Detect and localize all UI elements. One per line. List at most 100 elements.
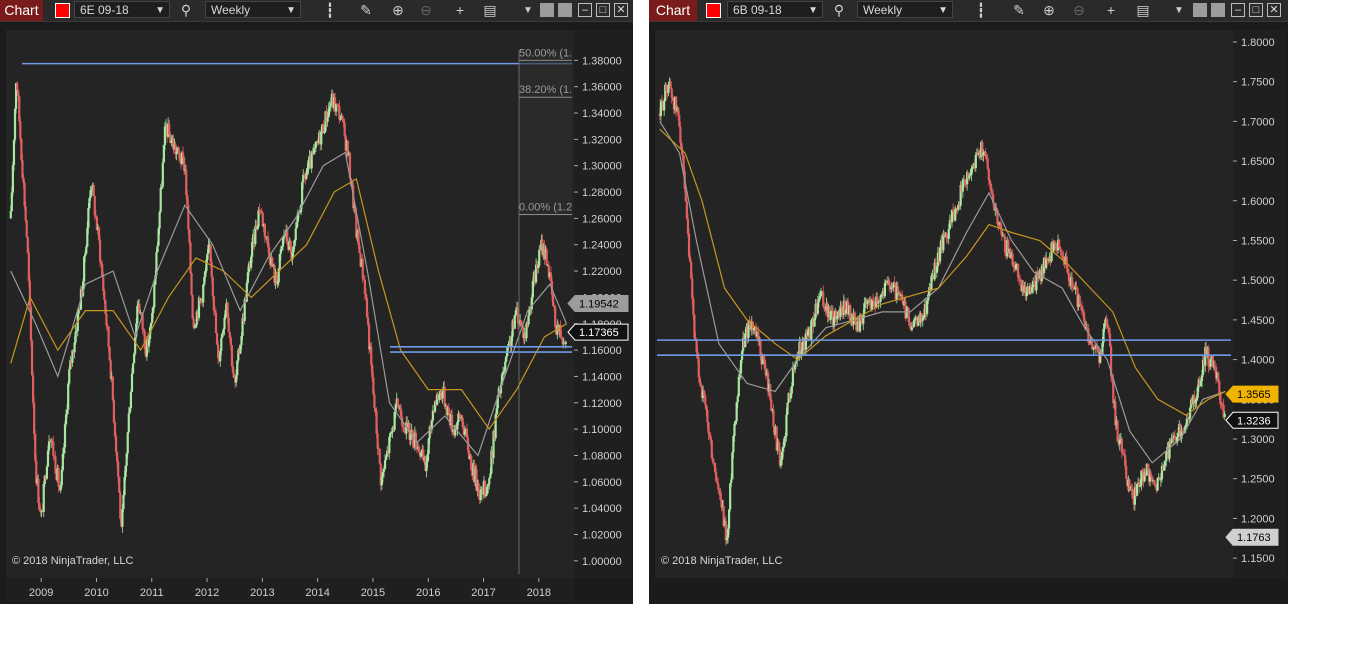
- close-icon[interactable]: ✕: [1267, 3, 1281, 17]
- x-tick-label: 2015: [361, 587, 385, 599]
- zoom-out-icon[interactable]: ⊖: [416, 0, 436, 21]
- candle-body: [19, 121, 22, 139]
- price-chart-6b[interactable]: 1.8000 1.7500 1.7000 1.6500 1.6000 1.5500 1.50…: [649, 22, 1288, 604]
- data-box-icon[interactable]: ▤: [1133, 0, 1153, 21]
- chart-toolbar: Chart 6E 09-18 ▼ ⚲ Weekly ▼ ┇ ✎ ⊕ ⊖ + ▤ …: [0, 0, 633, 22]
- candle-body: [968, 175, 971, 179]
- x-tick-label: 2013: [250, 587, 274, 599]
- fib-zone: [519, 50, 572, 217]
- bar-style-icon[interactable]: ┇: [320, 0, 340, 21]
- link-color-swatch[interactable]: [706, 3, 721, 18]
- candle-body: [801, 342, 804, 352]
- candle-body: [47, 441, 51, 451]
- y-tick-label: 1.3000: [1241, 434, 1275, 446]
- zoom-in-icon[interactable]: ⊕: [1039, 0, 1059, 21]
- candle-body: [704, 395, 707, 405]
- candle-body: [74, 331, 77, 343]
- candle-body: [692, 298, 695, 315]
- y-tick-label: 1.7500: [1241, 77, 1275, 89]
- candle-body: [1223, 413, 1226, 417]
- y-tick-label: 1.4000: [1241, 355, 1275, 367]
- draw-pen-icon[interactable]: ✎: [1009, 0, 1029, 21]
- candle-body: [947, 229, 950, 239]
- candle-body: [42, 484, 45, 512]
- candle-body: [974, 154, 977, 169]
- candle-body: [564, 342, 567, 344]
- tile-icon[interactable]: [1211, 3, 1225, 17]
- candle-body: [326, 117, 329, 122]
- y-tick-label: 1.7000: [1241, 116, 1275, 128]
- y-tick-label: 1.10000: [582, 424, 622, 436]
- chart-menu-button[interactable]: Chart: [649, 0, 697, 21]
- candle-body: [111, 376, 114, 400]
- candle-body: [52, 441, 55, 456]
- crosshair-icon[interactable]: +: [450, 0, 470, 21]
- x-tick-label: 2016: [416, 587, 440, 599]
- maximize-icon[interactable]: □: [1249, 3, 1263, 17]
- x-tick-label: 2014: [305, 587, 329, 599]
- candle-body: [737, 376, 740, 397]
- close-icon[interactable]: ✕: [614, 3, 628, 17]
- copyright-text: © 2018 NinjaTrader, LLC: [661, 555, 782, 567]
- interval-selector[interactable]: Weekly ▼: [857, 1, 953, 18]
- interval-selector[interactable]: Weekly ▼: [205, 1, 301, 18]
- fib-level-label: 50.00% (1.: [519, 47, 572, 59]
- link-color-swatch[interactable]: [55, 3, 70, 18]
- candle-body: [25, 220, 28, 237]
- candle-body: [1156, 478, 1159, 491]
- x-tick-label: 2018: [527, 587, 551, 599]
- candle-body: [190, 273, 193, 295]
- candle-body: [127, 413, 130, 433]
- candle-body: [370, 346, 373, 365]
- y-tick-label: 1.8000: [1241, 37, 1275, 49]
- candle-body: [202, 284, 205, 303]
- search-icon[interactable]: ⚲: [176, 0, 196, 21]
- copyright-text: © 2018 NinjaTrader, LLC: [12, 555, 133, 567]
- tile-icon[interactable]: [558, 3, 572, 17]
- minimize-icon[interactable]: –: [1231, 3, 1245, 17]
- instrument-selector[interactable]: 6B 09-18 ▼: [727, 1, 823, 18]
- instrument-selector[interactable]: 6E 09-18 ▼: [74, 1, 170, 18]
- y-tick-label: 1.30000: [582, 161, 622, 173]
- candle-body: [294, 228, 297, 241]
- candle-body: [45, 466, 49, 479]
- candle-body: [57, 468, 60, 487]
- bar-style-icon[interactable]: ┇: [971, 0, 991, 21]
- candle-body: [229, 337, 232, 346]
- candle-body: [699, 383, 703, 387]
- draw-pen-icon[interactable]: ✎: [356, 0, 376, 21]
- plot-area: [655, 30, 1233, 578]
- candle-body: [161, 162, 164, 187]
- tile-icon[interactable]: [1193, 3, 1207, 17]
- maximize-icon[interactable]: □: [596, 3, 610, 17]
- minimize-icon[interactable]: –: [578, 3, 592, 17]
- y-tick-label: 1.5500: [1241, 235, 1275, 247]
- price-marker-label: 1.3236: [1237, 415, 1271, 427]
- candle-body: [107, 326, 110, 348]
- candle-body: [189, 242, 192, 274]
- dropdown-arrow-icon[interactable]: ▼: [518, 0, 538, 21]
- candle-body: [263, 224, 267, 237]
- candle-body: [211, 277, 214, 296]
- y-tick-label: 1.04000: [582, 503, 622, 515]
- candle-body: [373, 394, 376, 408]
- candle-body: [131, 363, 135, 374]
- y-tick-label: 1.32000: [582, 134, 622, 146]
- candle-body: [1058, 239, 1061, 248]
- candle-body: [513, 315, 516, 329]
- crosshair-icon[interactable]: +: [1101, 0, 1121, 21]
- candle-body: [108, 347, 111, 361]
- x-tick-label: 2009: [29, 587, 53, 599]
- tile-icon[interactable]: [540, 3, 554, 17]
- data-box-icon[interactable]: ▤: [480, 0, 500, 21]
- candle-body: [378, 448, 381, 464]
- y-tick-label: 1.14000: [582, 371, 622, 383]
- chart-menu-button[interactable]: Chart: [0, 0, 43, 21]
- zoom-in-icon[interactable]: ⊕: [388, 0, 408, 21]
- zoom-out-icon[interactable]: ⊖: [1069, 0, 1089, 21]
- y-tick-label: 1.00000: [582, 556, 622, 568]
- price-chart-6e[interactable]: 1.38000 1.36000 1.34000 1.32000 1.30000 1.280…: [0, 22, 633, 604]
- dropdown-arrow-icon[interactable]: ▼: [1169, 0, 1189, 21]
- candle-body: [527, 315, 530, 325]
- search-icon[interactable]: ⚲: [829, 0, 849, 21]
